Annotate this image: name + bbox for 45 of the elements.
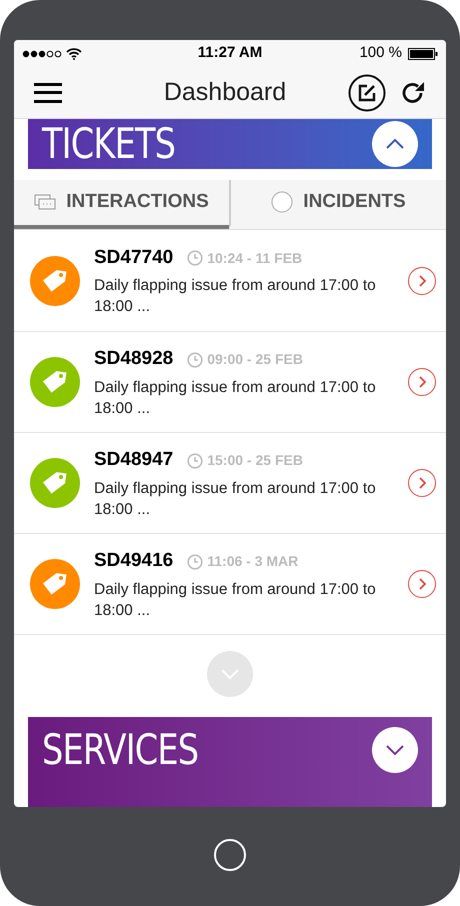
open-ticket-button[interactable] xyxy=(408,266,436,294)
ticket-id: SD48947 xyxy=(94,448,174,472)
chevron-up-icon xyxy=(385,138,405,150)
wifi-icon xyxy=(66,48,82,60)
ticket-time: 09:00 - 25 FEB xyxy=(207,350,303,369)
toggle-button[interactable] xyxy=(372,120,418,167)
ticket-id: SD48928 xyxy=(94,347,174,372)
open-ticket-button[interactable] xyxy=(408,469,436,497)
chevron-down-icon xyxy=(220,668,240,680)
ticket-summary: Daily flapping issue from around 17:00 to 18:00 ... xyxy=(94,478,377,520)
page-title: Dashboard xyxy=(162,76,288,108)
chevron-right-icon xyxy=(418,376,426,388)
signal-icon xyxy=(22,50,62,58)
ticket-summary: Daily flapping issue from around 17:00 to 18:00 ... xyxy=(94,580,377,621)
ticket-summary: Daily flapping issue from around 17:00 to 18:00 ... xyxy=(94,378,377,419)
ticket-time: 11:06 - 3 MAR xyxy=(207,552,298,571)
clock-icon xyxy=(187,250,204,266)
chat-icon xyxy=(34,194,56,210)
clock-icon xyxy=(187,554,204,570)
open-ticket-button[interactable] xyxy=(408,570,436,598)
clock-icon xyxy=(187,352,204,368)
edit-icon[interactable] xyxy=(348,74,386,112)
refresh-icon[interactable] xyxy=(400,80,426,106)
chevron-right-icon xyxy=(418,477,426,489)
ticket-time: 15:00 - 25 FEB xyxy=(207,451,303,470)
chevron-right-icon xyxy=(418,274,426,286)
tab[interactable]: INCIDENTS xyxy=(229,180,446,229)
battery-text: 100 % xyxy=(359,43,402,64)
home-button[interactable] xyxy=(214,839,246,871)
toggle-button[interactable] xyxy=(372,727,418,773)
chevron-down-icon xyxy=(385,744,405,756)
clock-icon xyxy=(187,452,204,468)
menu-icon[interactable] xyxy=(34,82,62,104)
ticket-time: 10:24 - 11 FEB xyxy=(207,248,302,268)
section-title: SERVICES xyxy=(42,727,198,773)
battery-icon xyxy=(408,48,438,60)
open-ticket-button[interactable] xyxy=(408,368,436,396)
circle-icon xyxy=(271,191,294,214)
tab[interactable]: INTERACTIONS xyxy=(14,180,229,229)
ticket-id: SD47740 xyxy=(94,246,174,270)
chevron-right-icon xyxy=(418,578,426,590)
section-title: TICKETS xyxy=(42,120,176,167)
ticket-id: SD49416 xyxy=(94,549,174,574)
status-time: 11:27 AM xyxy=(198,43,262,64)
ticket-summary: Daily flapping issue from around 17:00 to 18:00 ... xyxy=(94,276,377,318)
